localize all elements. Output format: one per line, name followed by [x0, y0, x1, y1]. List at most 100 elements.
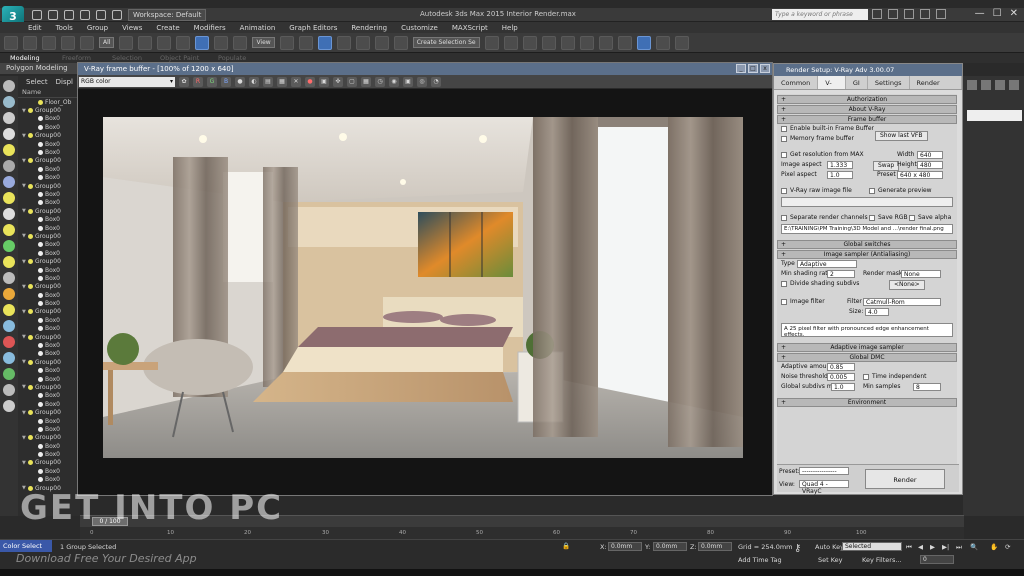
scene-tree-row[interactable]: ▼ Group00 [18, 257, 80, 265]
render-button[interactable]: Render [865, 469, 945, 489]
visibility-bulb-icon[interactable] [28, 183, 33, 189]
select-invert-icon[interactable] [3, 352, 15, 364]
select-manipulate-icon[interactable] [298, 35, 313, 50]
select-all-icon[interactable] [3, 320, 15, 332]
authorization-rollout[interactable]: Authorization [777, 95, 957, 104]
object-icon[interactable] [38, 267, 43, 273]
display-spacewarps-icon[interactable] [3, 192, 15, 204]
current-frame-field[interactable]: 0 [920, 555, 954, 564]
new-file-icon[interactable] [32, 9, 42, 20]
scene-tree-row[interactable]: ▼ Group00 [18, 132, 80, 140]
selection-filter-dropdown[interactable]: All [99, 37, 115, 48]
tab-render-elements[interactable]: Render Elements [910, 76, 962, 101]
tab-vray[interactable]: V-Ray [818, 76, 846, 101]
binoculars-icon[interactable] [872, 9, 882, 19]
filter-dropdown[interactable]: Catmull-Rom [863, 298, 941, 306]
min-samples-field[interactable]: 8 [913, 383, 941, 391]
object-icon[interactable] [38, 317, 43, 323]
display-hidden-icon[interactable] [3, 288, 15, 300]
scene-tree-row[interactable]: ▼ Group00 [18, 459, 80, 467]
render-region-icon[interactable]: ● [305, 76, 315, 87]
object-icon[interactable] [38, 175, 43, 181]
tab-object-paint[interactable]: Object Paint [160, 54, 199, 62]
selected-dropdown[interactable]: Selected [842, 542, 902, 551]
scene-tree-row[interactable]: Box0 [18, 425, 80, 433]
display-frozen-icon[interactable] [3, 272, 15, 284]
play-icon[interactable]: ▶ [930, 543, 935, 551]
object-icon[interactable] [38, 292, 43, 298]
minimize-button[interactable]: — [975, 8, 985, 19]
display-shapes-icon[interactable] [3, 128, 15, 140]
object-icon[interactable] [38, 166, 43, 172]
next-frame-icon[interactable]: ▶| [942, 543, 949, 551]
user-icon[interactable] [904, 9, 914, 19]
visibility-bulb-icon[interactable] [28, 410, 33, 416]
name-column-header[interactable]: Name [18, 88, 80, 98]
y-coordinate-field[interactable]: 0.0mm [653, 542, 687, 551]
object-icon[interactable] [38, 468, 43, 474]
open-file-icon[interactable] [48, 9, 58, 20]
about-vray-rollout[interactable]: About V-Ray [777, 105, 957, 114]
scene-tree-row[interactable]: ▼ Group00 [18, 358, 80, 366]
lens-effects-icon[interactable]: ◎ [417, 76, 427, 87]
schematic-view-icon[interactable] [598, 35, 613, 50]
preset-dropdown[interactable]: 640 x 480 [897, 171, 943, 179]
lock-selection-icon[interactable] [3, 368, 15, 380]
visibility-bulb-icon[interactable] [28, 384, 33, 390]
link-to-vfb-icon[interactable]: ✜ [333, 76, 343, 87]
redo-icon[interactable] [23, 35, 37, 50]
object-icon[interactable] [38, 426, 43, 432]
load-icon[interactable]: ▦ [277, 76, 287, 87]
channel-select[interactable]: RGB color [79, 76, 175, 87]
object-icon[interactable] [38, 477, 43, 483]
scene-tree-row[interactable]: Box0 [18, 350, 80, 358]
menu-tools[interactable]: Tools [56, 24, 73, 32]
maximize-button[interactable]: ☐ [993, 8, 1002, 19]
project-folder-icon[interactable] [112, 9, 122, 20]
object-icon[interactable] [38, 191, 43, 197]
scene-tree-row[interactable]: Box0 [18, 341, 80, 349]
scene-tree-row[interactable]: Box0 [18, 299, 80, 307]
material-editor-icon[interactable] [617, 35, 632, 50]
visibility-bulb-icon[interactable] [28, 334, 33, 340]
image-filter-checkbox[interactable] [781, 298, 787, 305]
scene-tree-row[interactable]: Box0 [18, 190, 80, 198]
scene-tree-row[interactable]: Box0 [18, 274, 80, 282]
star-icon[interactable] [888, 9, 898, 19]
graphite-toggle-icon[interactable] [560, 35, 575, 50]
object-icon[interactable] [38, 368, 43, 374]
scene-tree-row[interactable]: Box0 [18, 199, 80, 207]
object-icon[interactable] [38, 150, 43, 156]
sampler-type-dropdown[interactable]: Adaptive [797, 260, 857, 268]
scene-tree-row[interactable]: Box0 [18, 266, 80, 274]
motion-tab-icon[interactable] [1009, 80, 1019, 90]
scene-tree-row[interactable]: Box0 [18, 215, 80, 223]
view-dropdown[interactable]: Quad 4 - VRayC [799, 480, 849, 495]
modifier-list-field[interactable] [967, 110, 1022, 121]
render-production-icon[interactable] [674, 35, 689, 50]
visibility-bulb-icon[interactable] [28, 284, 33, 290]
object-icon[interactable] [38, 225, 43, 231]
previous-frame-icon[interactable]: ◀ [918, 543, 923, 551]
set-key-button[interactable]: Set Key [818, 556, 843, 564]
scene-tree-row[interactable]: ▼ Group00 [18, 333, 80, 341]
scene-tree-row[interactable]: Box0 [18, 115, 80, 123]
object-icon[interactable] [38, 141, 43, 147]
go-to-end-icon[interactable]: ⏭ [956, 543, 962, 552]
scene-tree-row[interactable]: Box0 [18, 174, 80, 182]
modify-tab-icon[interactable] [981, 80, 991, 90]
visibility-bulb-icon[interactable] [28, 259, 33, 265]
object-icon[interactable] [38, 200, 43, 206]
tab-settings[interactable]: Settings [868, 76, 910, 89]
monochrome-icon[interactable]: ◐ [249, 76, 259, 87]
tab-gi[interactable]: GI [846, 76, 868, 89]
move-icon[interactable] [195, 35, 210, 50]
scene-tree-row[interactable]: Floor_Ob [18, 98, 80, 106]
reference-coordinate-dropdown[interactable]: View [252, 37, 275, 48]
snaps-toggle-icon[interactable] [317, 35, 332, 50]
mirror-icon[interactable] [484, 35, 499, 50]
pivot-center-icon[interactable] [279, 35, 294, 50]
key-icon[interactable]: ⚷ [794, 543, 801, 554]
display-lights-icon[interactable] [3, 144, 15, 156]
scene-tree-row[interactable]: Box0 [18, 392, 80, 400]
